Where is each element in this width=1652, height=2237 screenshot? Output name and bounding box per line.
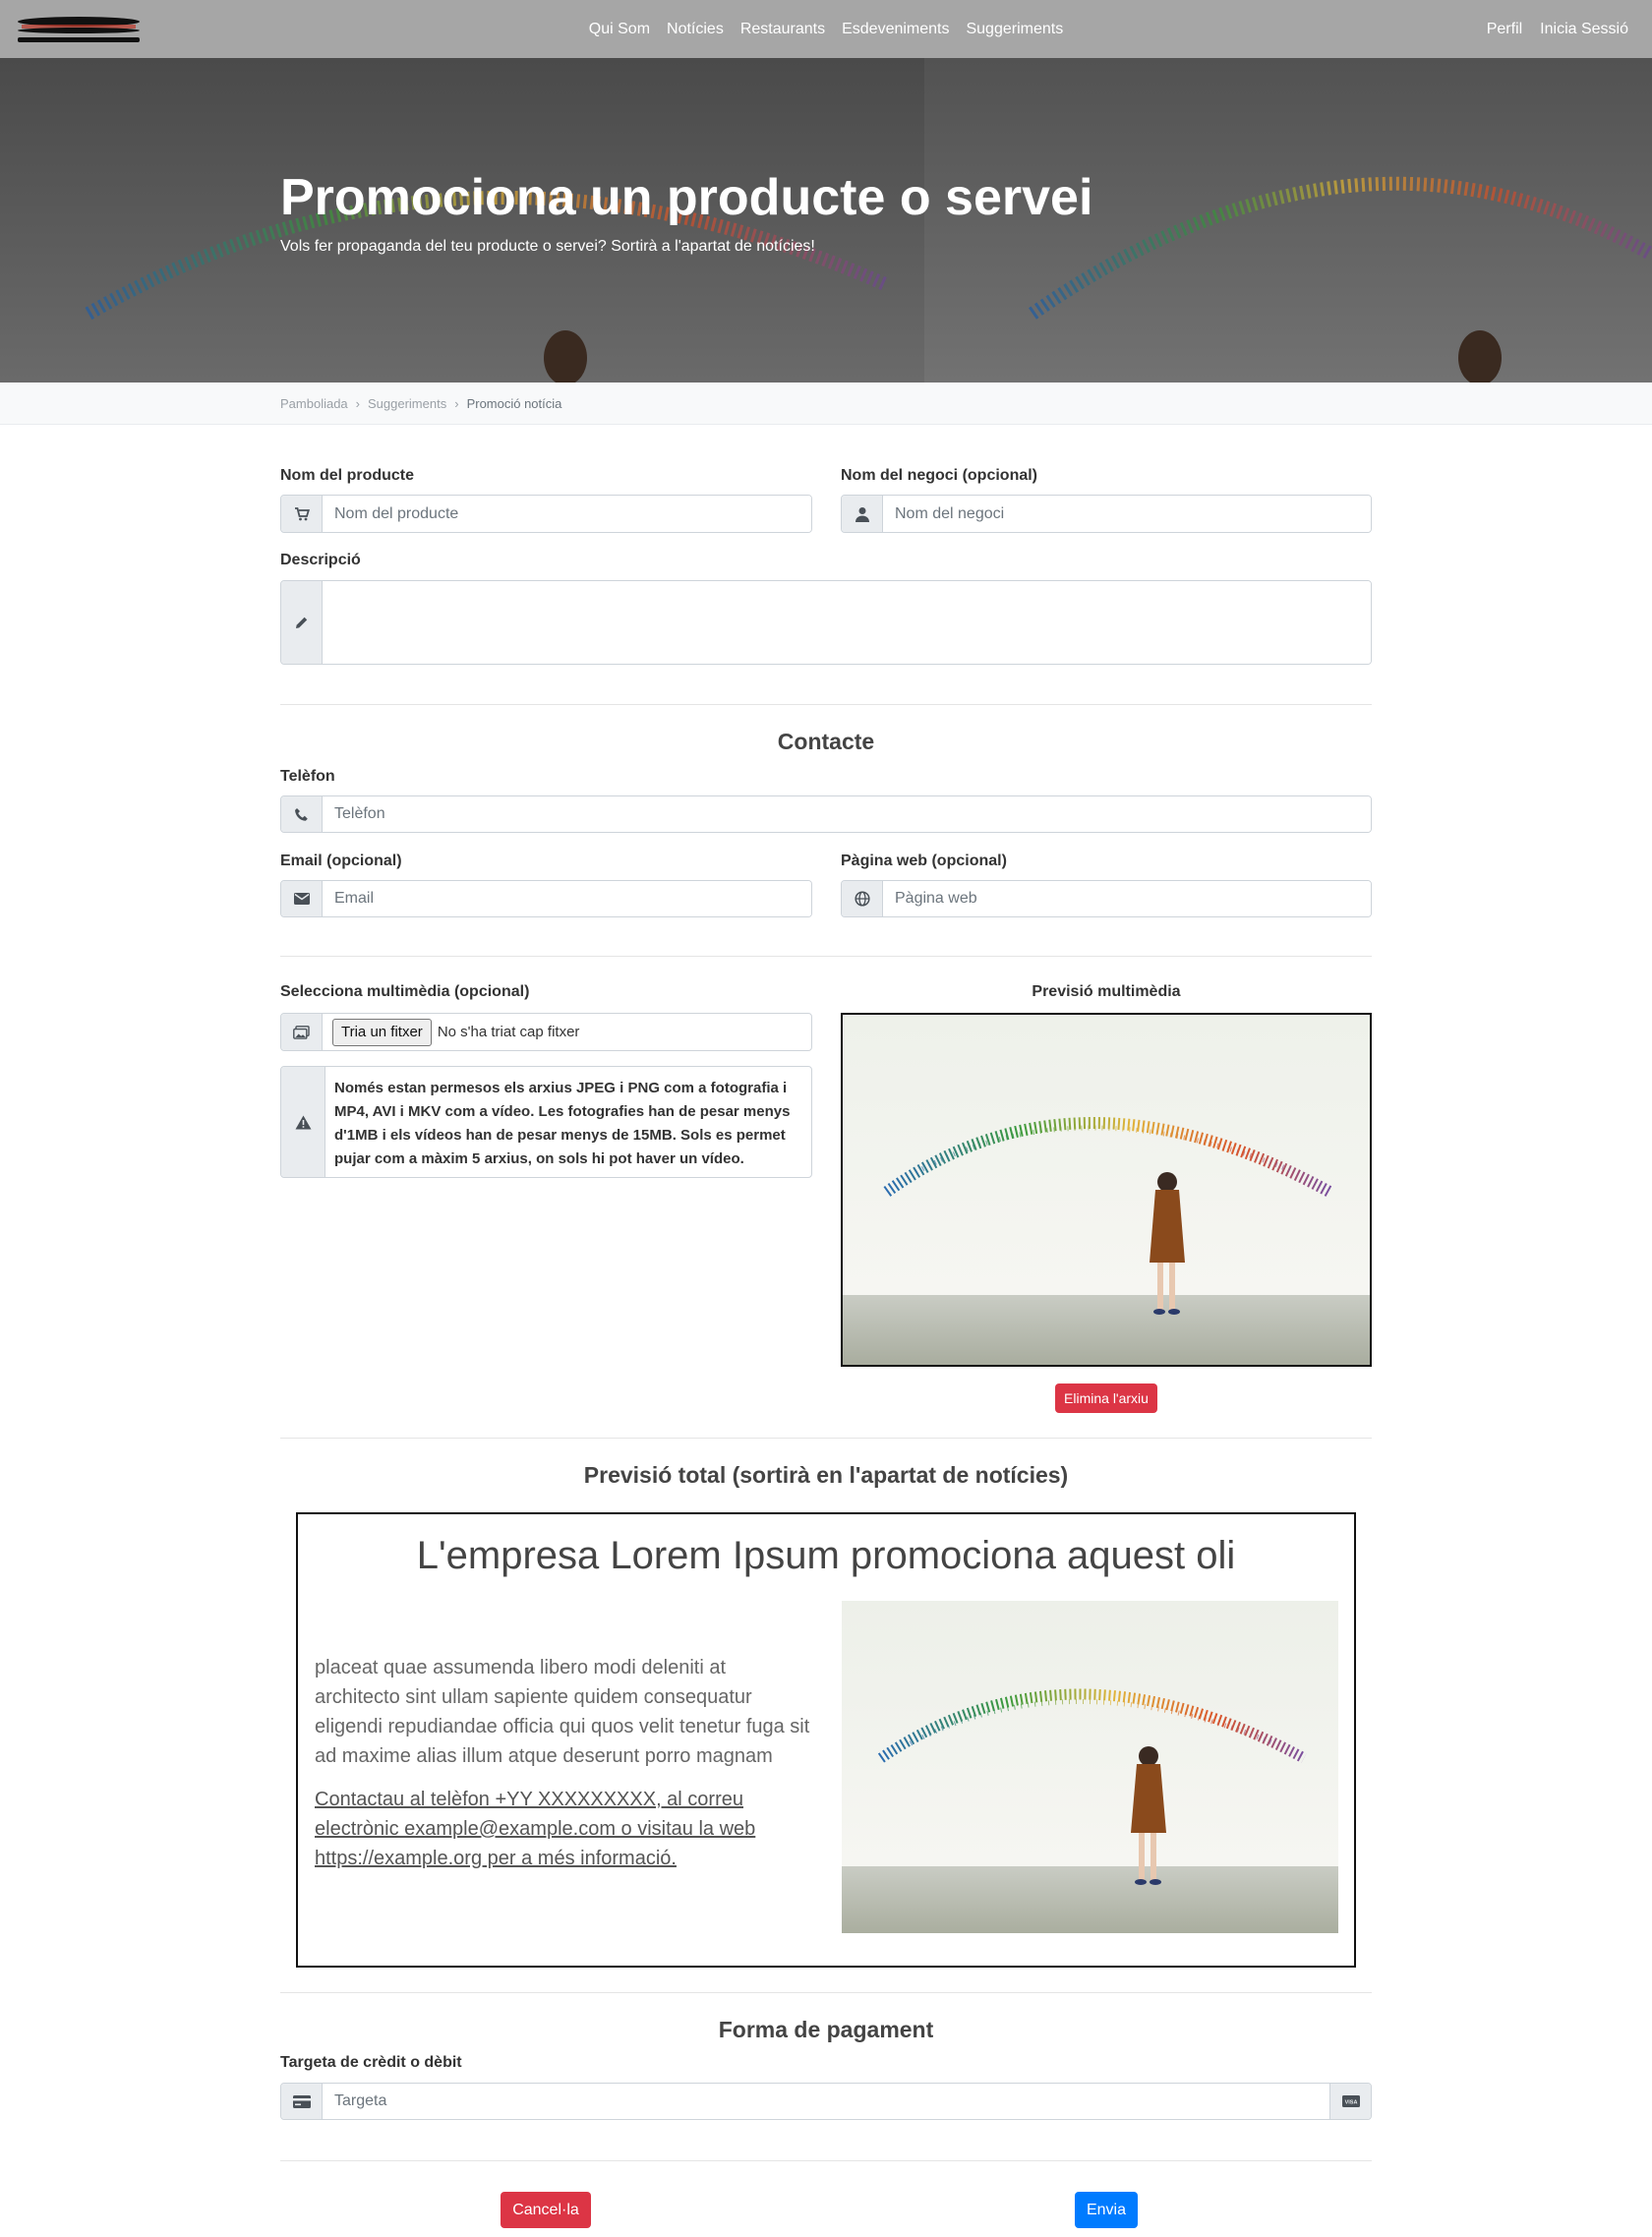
divider (280, 704, 1372, 705)
breadcrumb: Pamboliada › Suggeriments › Promoció not… (280, 396, 561, 411)
choose-file-button[interactable]: Tria un fitxer (332, 1018, 432, 1046)
product-name-label: Nom del producte (280, 467, 415, 484)
breadcrumb-current: Promoció notícia (466, 396, 562, 411)
images-icon (281, 1014, 323, 1050)
divider (280, 956, 1372, 957)
description-textarea[interactable] (323, 581, 1371, 664)
credit-card-icon (281, 2084, 323, 2119)
media-notice-text: Només estan permesos els arxius JPEG i P… (334, 1080, 791, 1167)
product-name-input[interactable] (323, 496, 811, 532)
cancel-button[interactable]: Cancel·la (501, 2192, 591, 2228)
business-name-group (841, 495, 1372, 533)
description-group (280, 580, 1372, 665)
divider (280, 1438, 1372, 1439)
business-name-label: Nom del negoci (opcional) (841, 467, 1038, 484)
breadcrumb-home[interactable]: Pamboliada (280, 396, 348, 411)
email-label: Email (opcional) (280, 853, 402, 869)
card-label: Targeta de crèdit o dèbit (280, 2054, 462, 2071)
page-subtitle: Vols fer propaganda del teu producte o s… (280, 238, 815, 255)
business-name-input[interactable] (883, 496, 1371, 532)
contact-section-title: Contacte (777, 729, 875, 754)
media-preview-title: Previsió multimèdia (1032, 983, 1181, 1000)
phone-icon (281, 796, 323, 832)
nav-link-restaurants[interactable]: Restaurants (740, 21, 825, 38)
nav-link-perfil[interactable]: Perfil (1487, 21, 1522, 38)
media-preview-image (841, 1013, 1372, 1367)
card-input[interactable] (323, 2084, 1329, 2119)
breadcrumb-separator: › (355, 396, 360, 411)
pencil-icon (281, 581, 323, 664)
email-input[interactable] (323, 881, 811, 916)
page-title: Promociona un producte o servei (280, 169, 1093, 226)
send-button[interactable]: Envia (1075, 2192, 1138, 2228)
news-preview-heading: L'empresa Lorem Ipsum promociona aquest … (416, 1534, 1236, 1577)
nav-link-noticies[interactable]: Notícies (667, 21, 724, 38)
email-group (280, 880, 812, 917)
full-preview-title: Previsió total (sortirà en l'apartat de … (583, 1462, 1069, 1488)
divider (280, 1992, 1372, 1993)
svg-text:VISA: VISA (1344, 2100, 1357, 2106)
media-label: Selecciona multimèdia (opcional) (280, 983, 530, 1000)
user-icon (842, 496, 883, 532)
phone-input[interactable] (323, 796, 1371, 832)
nav-link-qui-som[interactable]: Qui Som (589, 21, 650, 38)
breadcrumb-bar: Pamboliada › Suggeriments › Promoció not… (0, 383, 1652, 425)
file-status-text: No s'ha triat cap fitxer (437, 1024, 580, 1040)
nav-link-suggeriments[interactable]: Suggeriments (966, 21, 1063, 38)
warning-icon (281, 1067, 325, 1177)
breadcrumb-separator: › (454, 396, 459, 411)
visa-icon: VISA (1329, 2084, 1371, 2119)
news-preview-card: L'empresa Lorem Ipsum promociona aquest … (296, 1512, 1356, 1968)
envelope-icon (281, 881, 323, 916)
hero-banner: Promociona un producte o servei Vols fer… (0, 58, 1652, 383)
delete-file-button[interactable]: Elimina l'arxiu (1055, 1383, 1157, 1413)
globe-icon (842, 881, 883, 916)
navbar: Qui Som Notícies Restaurants Esdevenimen… (0, 0, 1652, 58)
phone-label: Telèfon (280, 768, 335, 785)
cart-icon (281, 496, 323, 532)
breadcrumb-suggeriments[interactable]: Suggeriments (368, 396, 446, 411)
file-input-group: Tria un fitxer No s'ha triat cap fitxer (280, 1013, 812, 1051)
news-preview-contact: Contactau al telèfon +YY XXXXXXXXX, al c… (315, 1789, 756, 1869)
user-nav: Perfil Inicia Sessió (1487, 0, 1628, 58)
nav-link-esdeveniments[interactable]: Esdeveniments (842, 21, 949, 38)
card-group: VISA (280, 2083, 1372, 2120)
web-group (841, 880, 1372, 917)
media-notice: Només estan permesos els arxius JPEG i P… (280, 1066, 812, 1178)
payment-section-title: Forma de pagament (718, 2017, 934, 2042)
nav-link-login[interactable]: Inicia Sessió (1540, 21, 1628, 38)
news-preview-body: placeat quae assumenda libero modi delen… (315, 1657, 810, 1767)
description-label: Descripció (280, 552, 361, 568)
product-name-group (280, 495, 812, 533)
web-input[interactable] (883, 881, 1371, 916)
main-nav: Qui Som Notícies Restaurants Esdevenimen… (0, 0, 1652, 58)
web-label: Pàgina web (opcional) (841, 853, 1007, 869)
site-logo[interactable] (16, 14, 142, 43)
divider (280, 2160, 1372, 2161)
news-preview-image (842, 1601, 1338, 1933)
phone-group (280, 795, 1372, 833)
